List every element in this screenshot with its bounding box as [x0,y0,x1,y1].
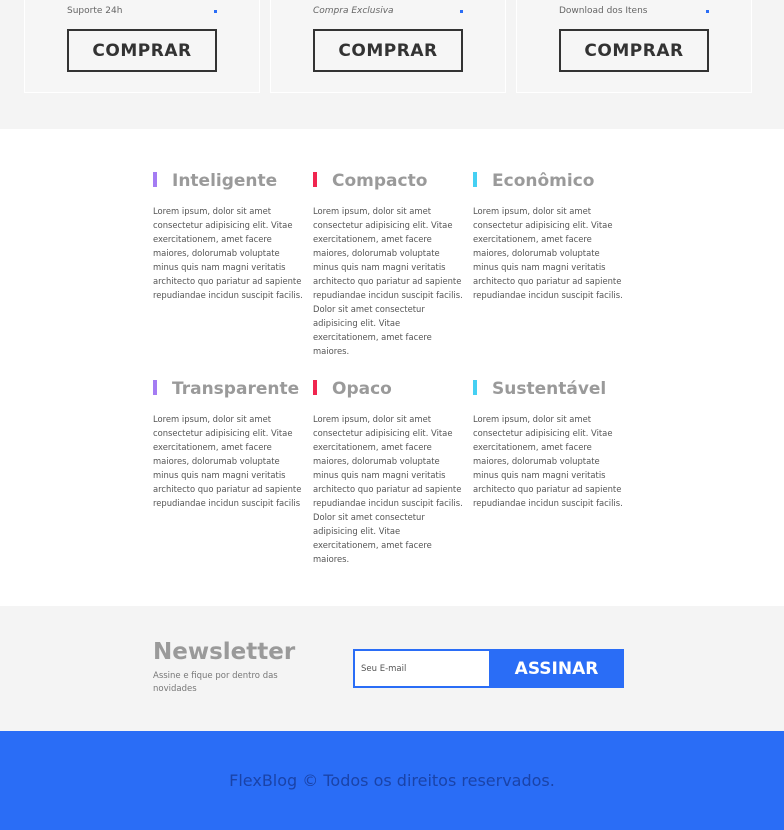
accent-bar-icon [473,380,477,395]
feature-text: Lorem ipsum, dolor sit amet consectetur … [153,414,302,508]
feature-text: Lorem ipsum, dolor sit amet consectetur … [313,414,463,564]
feature-title: Opaco [332,379,392,399]
bullet-dot-icon [706,10,709,13]
accent-bar-icon [153,172,157,187]
newsletter-section: Newsletter Assine e fique por dentro das… [0,606,784,731]
accent-bar-icon [313,172,317,187]
email-input[interactable] [353,649,491,688]
pricing-section: Suporte 24h COMPRAR Compra Exclusiva COM… [0,0,784,129]
bullet-dot-icon [214,10,217,13]
feature-text: Lorem ipsum, dolor sit amet consectetur … [153,206,303,300]
feature-text: Lorem ipsum, dolor sit amet consectetur … [313,206,463,356]
feature-title: Econômico [492,171,595,191]
feature-text: Lorem ipsum, dolor sit amet consectetur … [473,206,623,300]
feature-title: Compacto [332,171,428,191]
newsletter-title: Newsletter [153,639,296,665]
footer: FlexBlog © Todos os direitos reservados. [0,731,784,830]
footer-text: FlexBlog © Todos os direitos reservados. [229,771,555,790]
plan-card: Suporte 24h COMPRAR [24,0,260,93]
subscribe-button[interactable]: ASSINAR [489,649,624,688]
accent-bar-icon [313,380,317,395]
feature-title: Transparente [172,379,300,399]
accent-bar-icon [153,380,157,395]
feature-title: Sustentável [492,379,607,399]
plan-card: Download dos Itens COMPRAR [516,0,752,93]
plan-feature: Download dos Itens [559,6,648,16]
accent-bar-icon [473,172,477,187]
buy-button[interactable]: COMPRAR [559,29,709,72]
feature-title: Inteligente [172,171,278,191]
buy-button[interactable]: COMPRAR [67,29,217,72]
feature-text: Lorem ipsum, dolor sit amet consectetur … [473,414,623,508]
buy-button[interactable]: COMPRAR [313,29,463,72]
plan-card: Compra Exclusiva COMPRAR [270,0,506,93]
plan-feature: Compra Exclusiva [313,6,394,16]
newsletter-subtitle: Assine e fique por dentro das novidades [153,671,278,694]
plan-feature: Suporte 24h [67,6,123,16]
bullet-dot-icon [460,10,463,13]
